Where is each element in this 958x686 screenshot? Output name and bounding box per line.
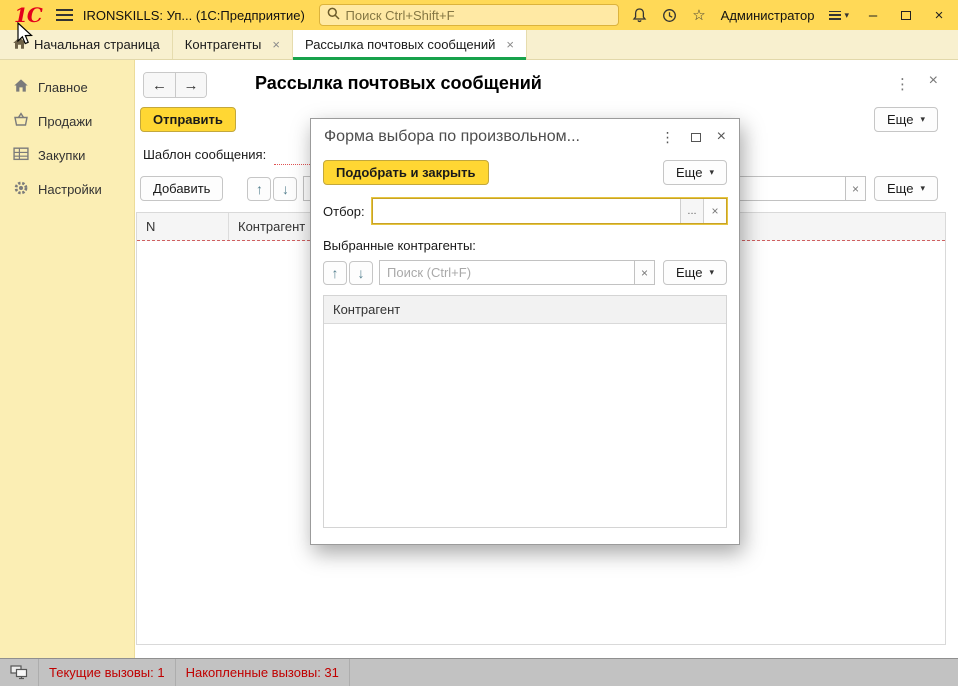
dialog-menu-dots-icon[interactable]: ⋮ [661, 129, 675, 146]
accumulated-calls-indicator[interactable]: Накопленные вызовы: 31 [176, 659, 350, 686]
filter-input[interactable] [373, 199, 680, 223]
dialog-title-bar: Форма выбора по произвольном... ⋮ × [311, 119, 739, 155]
list-more-button[interactable]: Еще ▾ [874, 176, 938, 201]
form-close-icon[interactable]: × [929, 73, 938, 89]
main-menu-icon[interactable] [56, 9, 73, 21]
table-grid-icon [13, 146, 29, 164]
open-windows-tabbar: Начальная страница Контрагенты × Рассылк… [0, 30, 958, 60]
dialog-maximize-icon[interactable] [691, 133, 701, 142]
tab-mail-distribution[interactable]: Рассылка почтовых сообщений × [293, 30, 527, 59]
current-user[interactable]: Администратор [721, 8, 815, 23]
filter-choose-ellipsis-button[interactable]: ... [680, 199, 703, 223]
sidebar-item-settings[interactable]: Настройки [0, 172, 134, 206]
clear-search-icon[interactable]: × [845, 176, 866, 201]
history-icon[interactable] [662, 8, 677, 23]
template-label: Шаблон сообщения: [143, 147, 266, 162]
app-title: IRONSKILLS: Уп... (1С:Предприятие) [83, 8, 305, 23]
navigation-arrows: ← → [143, 72, 207, 98]
sidebar-item-purchases[interactable]: Закупки [0, 138, 134, 172]
window-close-button[interactable]: × [930, 8, 948, 23]
home-icon [12, 36, 27, 53]
search-icon [327, 7, 340, 23]
filter-label: Отбор: [323, 204, 365, 219]
accumulated-calls-text: Накопленные вызовы: 31 [186, 665, 339, 680]
tab-close-icon[interactable]: × [272, 38, 280, 51]
filter-clear-icon[interactable]: × [703, 199, 726, 223]
move-up-button[interactable]: ↑ [247, 177, 271, 201]
dialog-search-input[interactable] [379, 260, 634, 285]
forward-button[interactable]: → [175, 73, 206, 97]
tab-label: Рассылка почтовых сообщений [305, 37, 495, 52]
filter-field: ... × [372, 198, 727, 224]
dialog-window-controls: ⋮ × [661, 129, 726, 146]
notifications-bell-icon[interactable] [632, 7, 647, 23]
dialog-list-more-button[interactable]: Еще ▾ [663, 260, 727, 285]
move-down-button[interactable]: ↓ [273, 177, 297, 201]
current-calls-text: Текущие вызовы: 1 [49, 665, 165, 680]
sidebar-item-label: Главное [38, 80, 88, 95]
selected-list-toolbar: ↑ ↓ × Еще ▾ [323, 260, 727, 285]
sidebar-item-label: Продажи [38, 114, 92, 129]
tab-close-icon[interactable]: × [506, 38, 514, 51]
titlebar-icons: ☆ Администратор ▾ – × [632, 7, 948, 23]
status-bar: Текущие вызовы: 1 Накопленные вызовы: 31 [0, 658, 958, 686]
global-search-input[interactable] [346, 8, 611, 23]
chevron-down-icon: ▾ [709, 167, 714, 178]
chevron-down-icon: ▾ [844, 10, 849, 21]
home-icon [13, 78, 29, 96]
current-calls-indicator[interactable]: Текущие вызовы: 1 [39, 659, 176, 686]
back-button[interactable]: ← [144, 73, 175, 97]
selected-counterparties-label: Выбранные контрагенты: [323, 238, 727, 253]
send-button[interactable]: Отправить [140, 107, 236, 132]
dialog-search-box: × [379, 260, 655, 285]
sections-sidebar: Главное Продажи Закупки Настройки [0, 60, 135, 658]
window-maximize-button[interactable] [901, 11, 911, 20]
sidebar-item-label: Настройки [38, 182, 102, 197]
move-up-button[interactable]: ↑ [323, 261, 347, 285]
more-button[interactable]: Еще ▾ [874, 107, 938, 132]
pick-and-close-button[interactable]: Подобрать и закрыть [323, 160, 489, 185]
chevron-down-icon: ▾ [920, 114, 925, 125]
server-calls-icon [0, 659, 39, 686]
chevron-down-icon: ▾ [920, 183, 925, 194]
1c-logo-icon: 1С [10, 5, 46, 25]
sidebar-item-sales[interactable]: Продажи [0, 104, 134, 138]
selection-dialog: Форма выбора по произвольном... ⋮ × Подо… [310, 118, 740, 545]
tab-label: Контрагенты [185, 37, 262, 52]
dialog-more-button[interactable]: Еще ▾ [663, 160, 727, 185]
user-settings-menu-icon[interactable]: ▾ [829, 10, 849, 21]
1c-application-window: 1С IRONSKILLS: Уп... (1С:Предприятие) ☆ … [0, 0, 958, 686]
tab-counterparties[interactable]: Контрагенты × [173, 30, 293, 59]
form-menu-dots-icon[interactable]: ⋮ [895, 75, 910, 93]
window-minimize-button[interactable]: – [864, 8, 882, 23]
sidebar-item-label: Закупки [38, 148, 85, 163]
sidebar-item-main[interactable]: Главное [0, 70, 134, 104]
chevron-down-icon: ▾ [709, 267, 714, 278]
page-title: Рассылка почтовых сообщений [255, 73, 542, 94]
clear-search-icon[interactable]: × [634, 260, 655, 285]
gear-icon [13, 180, 29, 199]
title-bar: 1С IRONSKILLS: Уп... (1С:Предприятие) ☆ … [0, 0, 958, 30]
dialog-toolbar: Подобрать и закрыть Еще ▾ [323, 160, 727, 185]
move-down-button[interactable]: ↓ [349, 261, 373, 285]
tab-home[interactable]: Начальная страница [0, 30, 173, 59]
dialog-title: Форма выбора по произвольном... [324, 128, 661, 146]
table-body-empty [324, 324, 726, 527]
add-button[interactable]: Добавить [140, 176, 223, 201]
tab-label: Начальная страница [34, 37, 160, 52]
column-header-counterparty[interactable]: Контрагент [324, 296, 726, 324]
dialog-close-icon[interactable]: × [717, 129, 726, 145]
selected-counterparties-table: Контрагент [323, 295, 727, 528]
favorites-star-icon[interactable]: ☆ [692, 8, 705, 23]
filter-row: Отбор: ... × [323, 198, 727, 224]
basket-icon [13, 112, 29, 130]
global-search-box[interactable] [319, 4, 619, 26]
column-header-n[interactable]: N [137, 213, 229, 240]
